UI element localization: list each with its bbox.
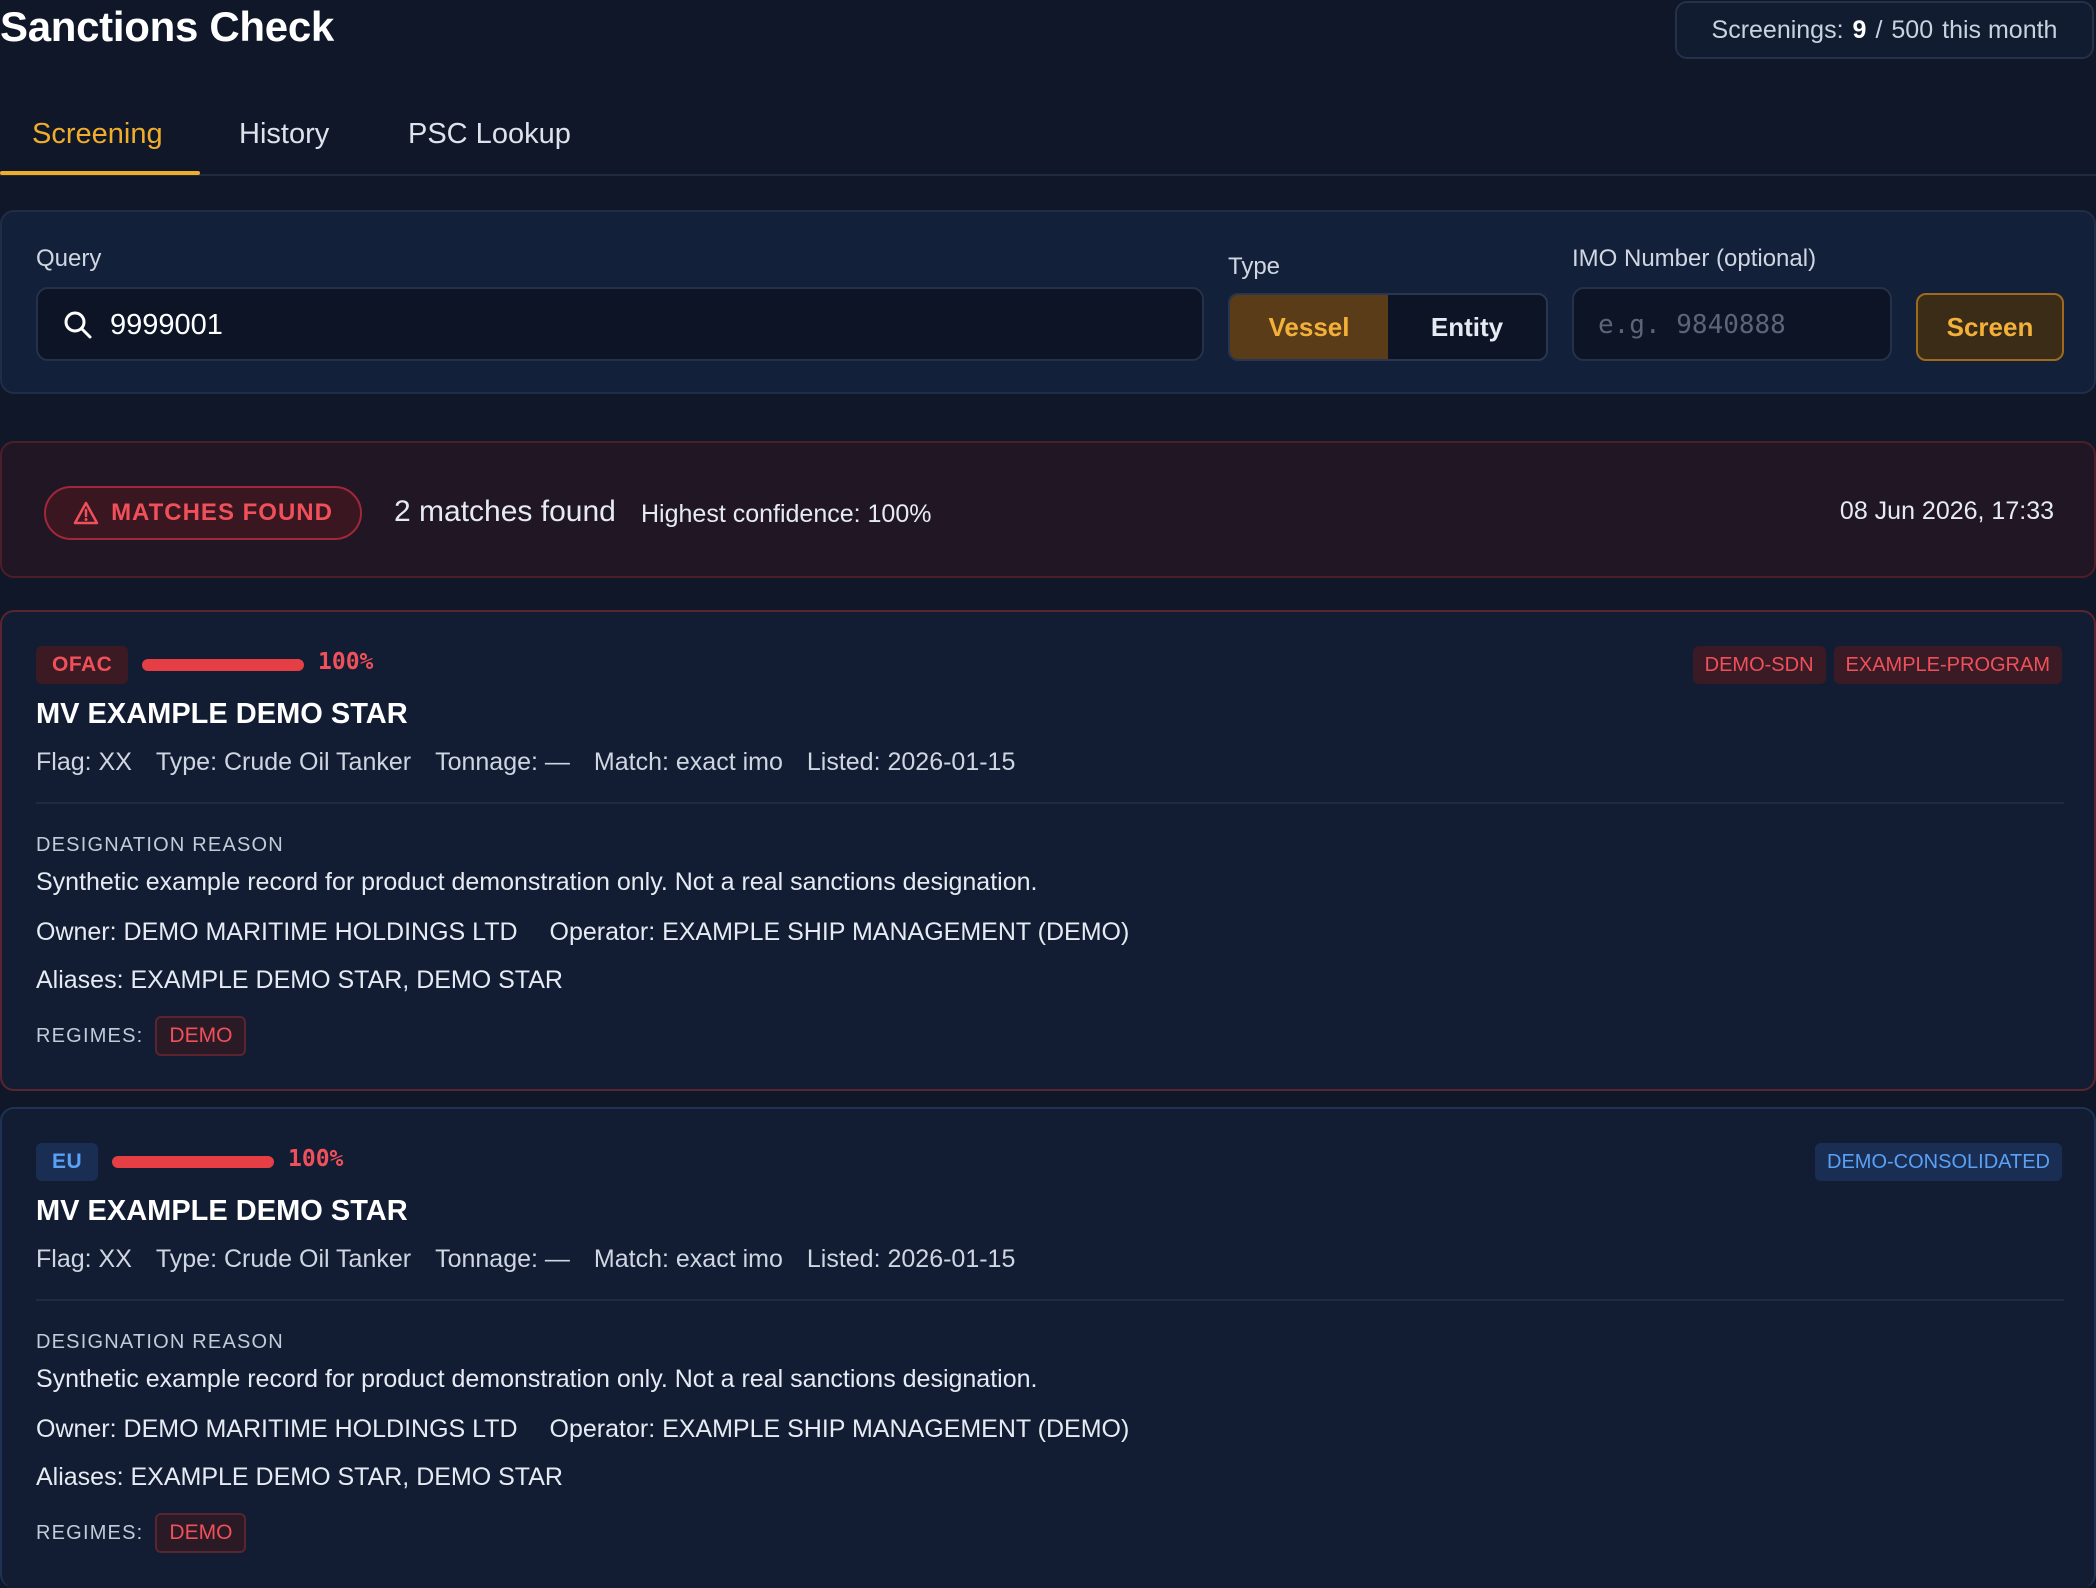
vessel-type: Type: Crude Oil Tanker <box>155 1245 412 1273</box>
screening-timestamp: 08 Jun 2026, 17:33 <box>1839 497 2054 525</box>
match-method: Match: exact imo <box>593 1245 783 1273</box>
confidence-percent: 100% <box>318 649 374 675</box>
ownership-row: Owner: DEMO MARITIME HOLDINGS LTD Operat… <box>36 918 1129 947</box>
designation-label: DESIGNATION REASON <box>36 834 284 856</box>
active-tab-indicator <box>0 171 200 175</box>
listed-date: Listed: 2026-01-15 <box>806 1245 1016 1273</box>
program-tag: DEMO-CONSOLIDATED <box>1815 1143 2062 1181</box>
program-tag: EXAMPLE-PROGRAM <box>1833 646 2062 684</box>
ownership-row: Owner: DEMO MARITIME HOLDINGS LTD Operat… <box>36 1415 1129 1444</box>
vessel-name: MV EXAMPLE DEMO STAR <box>36 698 408 730</box>
vessel-type: Type: Crude Oil Tanker <box>155 748 412 776</box>
tab-screening[interactable]: Screening <box>32 108 163 176</box>
usage-prefix: Screenings: <box>1711 15 1844 44</box>
divider <box>36 802 2064 804</box>
tonnage: Tonnage: — <box>435 748 570 776</box>
listed-date: Listed: 2026-01-15 <box>806 748 1016 776</box>
regimes-label: REGIMES: <box>36 1024 144 1047</box>
aliases: Aliases: EXAMPLE DEMO STAR, DEMO STAR <box>36 966 563 994</box>
vessel-meta: Flag: XX Type: Crude Oil Tanker Tonnage:… <box>36 1245 1015 1274</box>
query-label: Query <box>36 245 102 272</box>
search-icon <box>64 311 92 339</box>
usage-counter: Screenings: 9 / 500 this month <box>1675 1 2094 59</box>
vessel-name: MV EXAMPLE DEMO STAR <box>36 1195 408 1227</box>
page-title: Sanctions Check <box>0 3 334 50</box>
regimes-row: REGIMES: DEMO <box>36 1513 247 1553</box>
result-card-ofac: OFAC 100% DEMO-SDN EXAMPLE-PROGRAM MV EX… <box>0 610 2096 1091</box>
screening-form: Query Type Vessel Entity IMO Number (opt… <box>0 210 2096 394</box>
flag: Flag: XX <box>36 748 132 776</box>
divider <box>36 1299 2064 1301</box>
designation-reason: Synthetic example record for product dem… <box>36 868 1038 896</box>
program-tags: DEMO-CONSOLIDATED <box>1815 1143 2062 1181</box>
query-field[interactable] <box>36 287 1204 361</box>
regimes-row: REGIMES: DEMO <box>36 1016 247 1056</box>
warning-triangle-icon <box>73 501 99 525</box>
imo-label: IMO Number (optional) <box>1572 245 1817 272</box>
usage-limit: 500 <box>1891 15 1934 44</box>
operator: Operator: EXAMPLE SHIP MANAGEMENT (DEMO) <box>549 1415 1130 1443</box>
program-tags: DEMO-SDN EXAMPLE-PROGRAM <box>1692 646 2062 684</box>
designation-reason: Synthetic example record for product dem… <box>36 1365 1038 1393</box>
regimes-label: REGIMES: <box>36 1521 144 1544</box>
vessel-meta: Flag: XX Type: Crude Oil Tanker Tonnage:… <box>36 748 1015 777</box>
match-count: 2 matches found <box>394 495 616 528</box>
tab-psc-lookup[interactable]: PSC Lookup <box>408 108 571 176</box>
match-method: Match: exact imo <box>593 748 783 776</box>
flag: Flag: XX <box>36 1245 132 1273</box>
usage-suffix: this month <box>1942 15 2058 44</box>
usage-used: 9 <box>1852 15 1867 44</box>
type-option-entity[interactable]: Entity <box>1388 295 1546 359</box>
regime-tag: DEMO <box>155 1016 247 1056</box>
tab-history[interactable]: History <box>239 108 329 176</box>
result-card-eu: EU 100% DEMO-CONSOLIDATED MV EXAMPLE DEM… <box>0 1107 2096 1588</box>
regime-tag: DEMO <box>155 1513 247 1553</box>
query-input[interactable] <box>110 301 1190 349</box>
owner: Owner: DEMO MARITIME HOLDINGS LTD <box>36 918 518 946</box>
tonnage: Tonnage: — <box>435 1245 570 1273</box>
type-label: Type <box>1228 253 1281 280</box>
type-toggle: Vessel Entity <box>1228 293 1548 361</box>
app-root: Sanctions Check Screenings: 9 / 500 this… <box>0 0 2096 1588</box>
usage-separator: / <box>1875 15 1883 44</box>
aliases: Aliases: EXAMPLE DEMO STAR, DEMO STAR <box>36 1463 563 1491</box>
confidence-bar <box>112 1156 274 1168</box>
results-summary: MATCHES FOUND 2 matches found Highest co… <box>0 441 2096 578</box>
owner: Owner: DEMO MARITIME HOLDINGS LTD <box>36 1415 518 1443</box>
status-text: MATCHES FOUND <box>111 499 333 526</box>
source-badge: OFAC <box>36 646 129 684</box>
program-tag: DEMO-SDN <box>1692 646 1826 684</box>
status-badge: MATCHES FOUND <box>44 486 362 540</box>
type-option-vessel[interactable]: Vessel <box>1230 295 1388 359</box>
operator: Operator: EXAMPLE SHIP MANAGEMENT (DEMO) <box>549 918 1130 946</box>
designation-label: DESIGNATION REASON <box>36 1331 284 1353</box>
source-badge: EU <box>36 1143 99 1181</box>
confidence-percent: 100% <box>288 1146 344 1172</box>
screen-button[interactable]: Screen <box>1916 293 2064 361</box>
tab-bar: Screening History PSC Lookup <box>0 108 2096 176</box>
imo-field[interactable] <box>1572 287 1892 361</box>
highest-confidence: Highest confidence: 100% <box>641 500 932 528</box>
imo-input[interactable] <box>1598 301 1878 349</box>
confidence-bar <box>142 659 304 671</box>
